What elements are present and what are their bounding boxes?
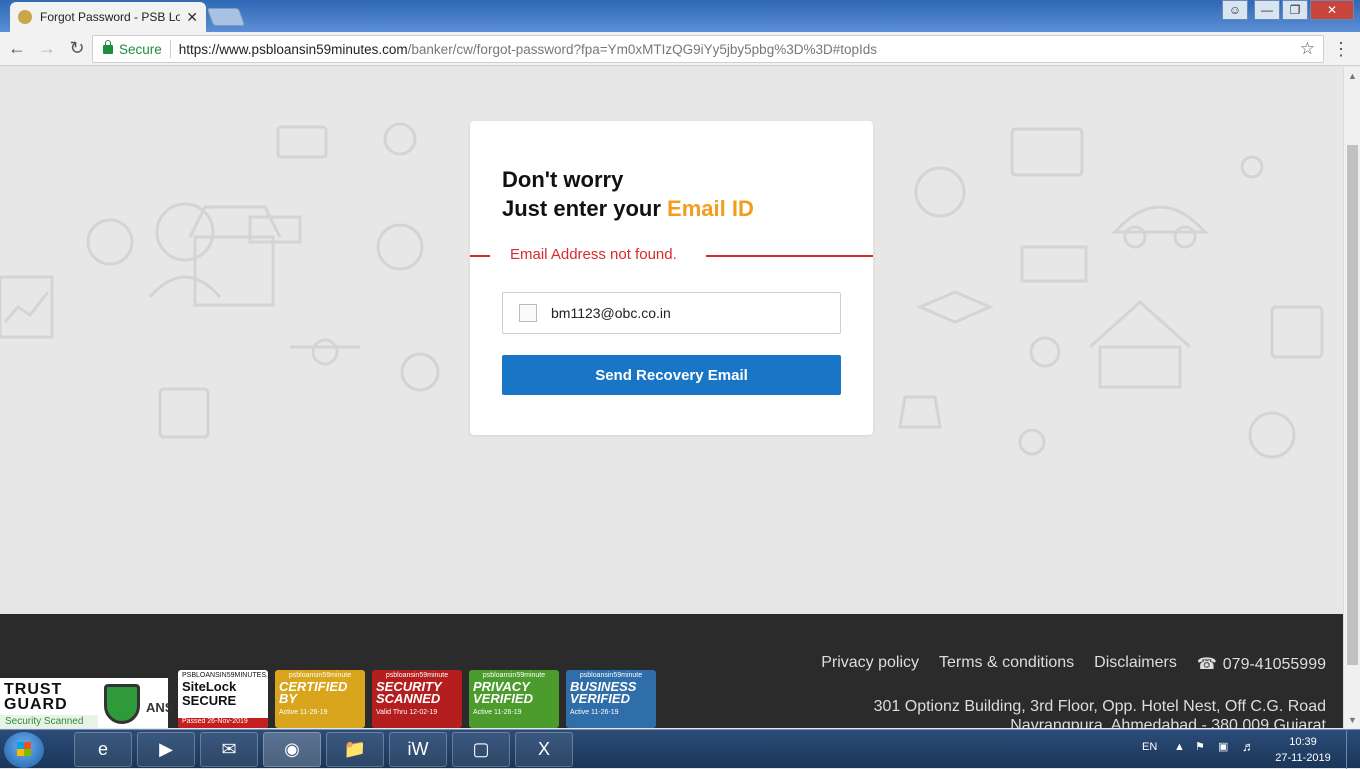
page-title: Don't worry Just enter your Email ID [502,165,754,223]
url-path: /banker/cw/forgot-password?fpa=Ym0xMTIzQ… [407,41,878,57]
file-explorer-icon[interactable]: 📁 [326,732,384,767]
lock-icon [103,39,113,54]
privacy-verified-badge[interactable]: psbloansin59minute PRIVACY VERIFIED Acti… [469,670,559,728]
phone-number: 079-41055999 [1222,656,1326,673]
heading-accent: Email ID [667,196,754,221]
certified-badge[interactable]: psbloansin59minute CERTIFIED BY Active 1… [275,670,365,728]
security-foot: Valid Thru 12-02-19 [376,709,438,716]
trustguard-title: TRUST GUARD [4,681,68,713]
business-foot: Active 11-26-19 [570,709,619,716]
site-favicon-icon [18,10,32,24]
profile-button[interactable]: ☺ [1222,0,1248,20]
maximize-button[interactable]: ❐ [1282,0,1308,20]
action-center-flag-icon[interactable]: ⚑ [1195,740,1205,753]
email-field[interactable]: bm1123@obc.co.in [502,292,841,334]
trustguard-suffix: ANS [146,700,174,715]
show-hidden-icons-icon[interactable]: ▲ [1174,741,1185,753]
iw-app-icon[interactable]: iW [389,732,447,767]
send-recovery-email-button[interactable]: Send Recovery Email [502,355,841,395]
phone-icon: ☎ [1196,656,1217,673]
outlook-icon[interactable]: ✉ [200,732,258,767]
trustguard-title-2: GUARD [4,696,68,713]
system-clock[interactable]: 10:39 27-11-2019 [1272,734,1334,766]
trustguard-subtitle: Security Scanned [0,715,98,728]
phone-contact[interactable]: ☎ 079-41055999 [1197,654,1326,674]
sitelock-badge[interactable]: PSBLOANSIN59MINUTES.COM SiteLock SECURE … [178,670,268,728]
security-top: psbloansin59minute [385,672,449,679]
sitelock-main-1: SiteLock [182,679,237,694]
media-player-icon[interactable]: ▶ [137,732,195,767]
heading-line-2-text: Just enter your [502,196,668,221]
certified-main: CERTIFIED BY [279,679,348,706]
bookmark-star-icon[interactable]: ☆ [1300,39,1315,59]
heading-line-2: Just enter your Email ID [502,194,754,223]
shield-icon [104,684,140,724]
window-close-button[interactable]: ✕ [1310,0,1354,20]
forward-arrow-icon[interactable]: → [34,36,60,62]
privacy-foot: Active 11-26-19 [473,709,522,716]
certified-top: psbloansin59minute [288,672,352,679]
terms-link[interactable]: Terms & conditions [939,654,1074,674]
tab-close-icon[interactable]: ✕ [186,9,198,26]
address-line-2: Navrangpura, Ahmedabad - 380 009 Gujarat [1010,717,1326,728]
address-divider [169,40,171,58]
page-scrollbar[interactable]: ▲ ▼ [1343,67,1360,729]
trustguard-title-1: TRUST [4,681,63,698]
sticky-notes-icon[interactable]: ▢ [452,732,510,767]
start-button[interactable] [4,732,44,768]
sitelock-passed: Passed 26-Nov-2019 [178,718,268,728]
footer-links: Privacy policy Terms & conditions Discla… [821,654,1326,674]
security-scanned-badge[interactable]: psbloansin59minute SECURITY SCANNED Vali… [372,670,462,728]
minimize-button[interactable]: — [1254,0,1280,20]
business-verified-badge[interactable]: psbloansin59minute BUSINESS VERIFIED Act… [566,670,656,728]
sitelock-main-2: SECURE [182,693,237,708]
business-top: psbloansin59minute [579,672,643,679]
site-footer: Privacy policy Terms & conditions Discla… [0,614,1343,728]
error-divider-right [706,255,873,257]
security-main: SECURITY SCANNED [376,679,442,706]
show-desktop-button[interactable] [1346,730,1360,769]
privacy-policy-link[interactable]: Privacy policy [821,654,919,674]
browser-tab-strip: Forgot Password - PSB Lo ✕ ☺ — ❐ ✕ [0,0,1360,32]
url-domain: https://www.psbloansin59minutes.com [178,41,408,57]
error-divider-left [470,255,490,257]
secure-label: Secure [119,41,162,57]
back-arrow-icon[interactable]: ← [4,36,30,62]
scroll-up-arrow-icon[interactable]: ▲ [1348,71,1357,81]
error-message: Email Address not found. [510,246,677,263]
windows-taskbar: e ▶ ✉ ◉ 📁 iW ▢ X EN ▲ ⚑ ▣ ♬ 10:39 27-11-… [0,729,1360,769]
browser-menu-icon[interactable]: ⋮ [1332,39,1350,59]
tab-title: Forgot Password - PSB Lo [40,10,181,24]
excel-icon[interactable]: X [515,732,573,767]
browser-toolbar: ← → ↻ Secure https://www.psbloansin59min… [0,32,1360,66]
scrollbar-thumb[interactable] [1347,145,1358,665]
address-bar[interactable]: Secure https://www.psbloansin59minutes.c… [92,35,1324,63]
forgot-password-card: Don't worry Just enter your Email ID Ema… [470,121,873,435]
internet-explorer-icon[interactable]: e [74,732,132,767]
clock-date: 27-11-2019 [1275,752,1331,764]
windows-logo-icon [17,742,31,756]
reload-icon[interactable]: ↻ [64,36,90,62]
address-line-1: 301 Optionz Building, 3rd Floor, Opp. Ho… [873,698,1326,715]
business-main: BUSINESS VERIFIED [570,679,637,706]
language-indicator[interactable]: EN [1142,741,1157,753]
privacy-top: psbloansin59minute [482,672,546,679]
page-content: Don't worry Just enter your Email ID Ema… [0,67,1343,615]
volume-icon[interactable]: ♬ [1242,739,1255,754]
new-tab-button[interactable] [206,8,246,26]
email-value[interactable]: bm1123@obc.co.in [551,305,671,321]
sitelock-top: PSBLOANSIN59MINUTES.COM [182,672,268,679]
network-icon[interactable]: ▣ [1218,740,1228,753]
certified-foot: Active 11-26-19 [279,709,328,716]
privacy-main: PRIVACY VERIFIED [473,679,533,706]
disclaimers-link[interactable]: Disclaimers [1094,654,1177,674]
clock-time: 10:39 [1289,736,1317,748]
browser-tab[interactable]: Forgot Password - PSB Lo ✕ [10,2,206,32]
email-icon [519,304,537,322]
trustguard-badge[interactable]: TRUST GUARD Security Scanned ANS [0,678,173,728]
scroll-down-arrow-icon[interactable]: ▼ [1348,715,1357,725]
chrome-icon[interactable]: ◉ [263,732,321,767]
heading-line-1: Don't worry [502,167,624,192]
